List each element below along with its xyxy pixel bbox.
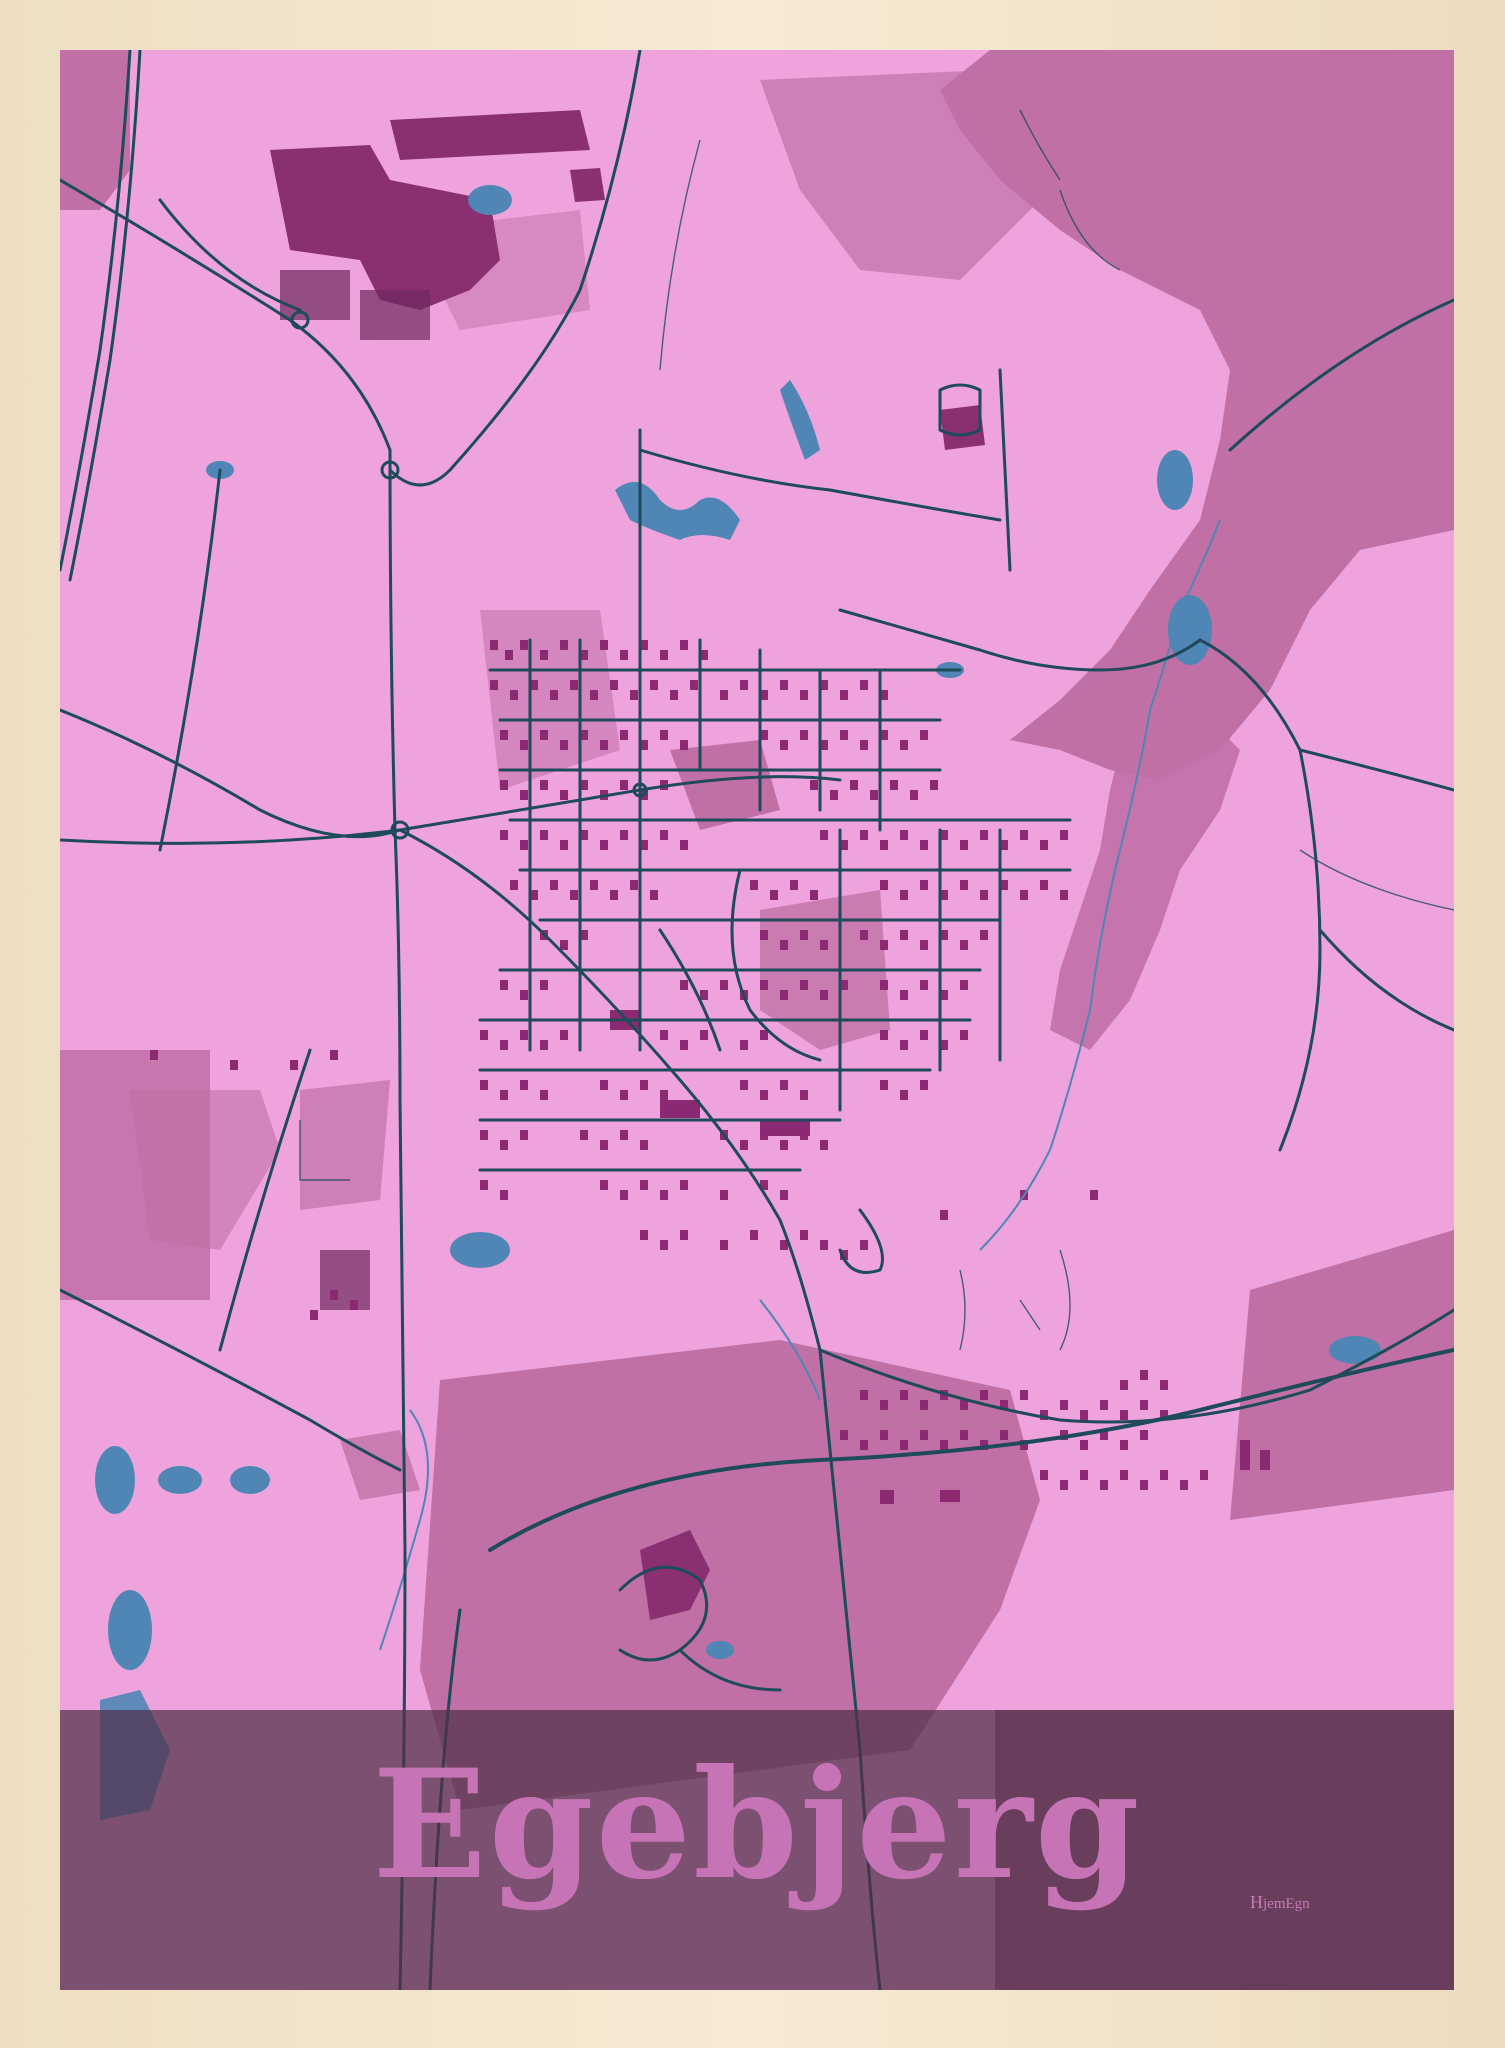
street-map (60, 50, 1454, 1990)
brand-initial: H (1250, 1892, 1263, 1912)
map-poster: Egebjerg HjemEgn (60, 50, 1454, 1990)
brand-logo: HjemEgn (1250, 1892, 1310, 1913)
city-title: Egebjerg (372, 1737, 1142, 1913)
wooden-frame: Egebjerg HjemEgn (0, 0, 1505, 2048)
brand-text: jemEgn (1263, 1896, 1310, 1912)
